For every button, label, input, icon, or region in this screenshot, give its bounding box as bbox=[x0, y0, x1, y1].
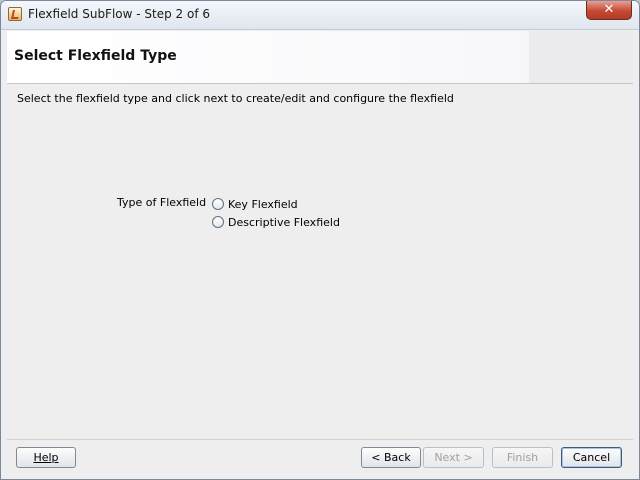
descriptive-flexfield-option[interactable]: Descriptive Flexfield bbox=[212, 214, 340, 230]
flexfield-type-label: Type of Flexfield bbox=[117, 196, 207, 209]
header-decoration bbox=[529, 31, 633, 83]
close-icon: ✕ bbox=[603, 2, 615, 17]
java-app-icon bbox=[8, 7, 22, 21]
wizard-dialog: Flexfield SubFlow - Step 2 of 6 ✕ Select… bbox=[0, 0, 640, 480]
key-flexfield-label[interactable]: Key Flexfield bbox=[228, 198, 298, 211]
key-flexfield-option[interactable]: Key Flexfield bbox=[212, 196, 298, 212]
cancel-button-label: Cancel bbox=[572, 451, 611, 464]
footer-divider bbox=[7, 439, 633, 440]
page-title: Select Flexfield Type bbox=[14, 48, 177, 64]
instruction-text: Select the flexfield type and click next… bbox=[17, 92, 454, 105]
next-button[interactable]: Next > bbox=[423, 447, 484, 468]
finish-button[interactable]: Finish bbox=[492, 447, 553, 468]
back-button[interactable]: < Back bbox=[361, 447, 421, 468]
wizard-header: Select Flexfield Type bbox=[7, 31, 633, 84]
help-button-label: Help bbox=[33, 451, 59, 464]
key-flexfield-radio[interactable] bbox=[212, 198, 224, 210]
next-button-label: Next > bbox=[434, 451, 473, 464]
help-button[interactable]: Help bbox=[16, 447, 76, 468]
descriptive-flexfield-label[interactable]: Descriptive Flexfield bbox=[228, 216, 340, 229]
descriptive-flexfield-radio[interactable] bbox=[212, 216, 224, 228]
title-bar[interactable]: Flexfield SubFlow - Step 2 of 6 ✕ bbox=[1, 1, 639, 30]
wizard-content: Select the flexfield type and click next… bbox=[7, 84, 633, 439]
cancel-button[interactable]: Cancel bbox=[561, 447, 622, 468]
window-title: Flexfield SubFlow - Step 2 of 6 bbox=[28, 7, 211, 21]
close-button[interactable]: ✕ bbox=[586, 1, 632, 20]
back-button-label: < Back bbox=[371, 451, 411, 464]
finish-button-label: Finish bbox=[506, 451, 539, 464]
